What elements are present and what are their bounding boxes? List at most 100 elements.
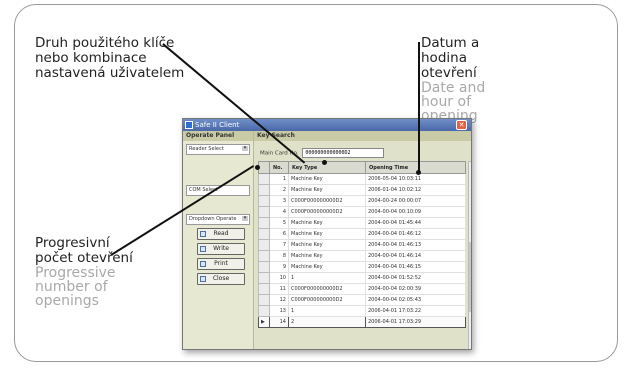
row-number-cell: 10 <box>269 272 289 284</box>
key-type-cell: C000F000000000D2 <box>288 195 366 207</box>
col-header-no[interactable]: No. <box>269 161 289 174</box>
table-row[interactable]: 1 Machine Key 2006-05-04 10:03:11 <box>258 173 466 185</box>
row-indicator <box>258 261 270 273</box>
key-type-cell: Machine Key <box>288 217 366 229</box>
main-card-input[interactable] <box>302 148 385 158</box>
row-number-cell: 12 <box>269 294 289 306</box>
chevron-down-icon: ▾ <box>242 145 248 151</box>
scrollbar-thumb[interactable] <box>469 242 471 312</box>
operate-panel: Operate Panel Reader Select ▾ COM Select … <box>183 131 254 349</box>
table-row[interactable]: 4 C000F000000000D2 2004-00-04 00:10:09 <box>258 206 466 218</box>
opening-time-cell: 2004-00-04 02:05:43 <box>365 294 466 306</box>
table-row[interactable]: 5 Machine Key 2004-00-04 01:45:44 <box>258 217 466 229</box>
close-icon[interactable]: ✕ <box>456 120 467 130</box>
title-bar: Safe II Client ✕ <box>183 119 471 131</box>
table-row[interactable]: 9 Machine Key 2004-00-04 01:46:15 <box>258 261 466 273</box>
write-button[interactable]: Write <box>197 243 245 255</box>
row-number-cell: 9 <box>269 261 289 273</box>
row-number-cell: 8 <box>269 250 289 262</box>
app-icon <box>185 121 193 129</box>
write-button-label: Write <box>213 245 229 252</box>
row-number-cell: 4 <box>269 206 289 218</box>
row-indicator <box>258 217 270 229</box>
door-icon <box>200 276 206 282</box>
date-leader-dot <box>416 170 421 175</box>
close-button[interactable]: Close <box>197 273 245 285</box>
opening-time-cell: 2004-00-04 01:45:44 <box>365 217 466 229</box>
table-row[interactable]: 8 Machine Key 2004-00-04 01:46:14 <box>258 250 466 262</box>
write-icon <box>200 246 206 252</box>
opening-time-cell: 2004-00-04 02:00:39 <box>365 283 466 295</box>
read-button[interactable]: Read <box>197 228 245 240</box>
table-row[interactable]: 11 C000F000000000D2 2004-00-04 02:00:39 <box>258 283 466 295</box>
opening-time-cell: 2004-00-04 01:46:14 <box>365 250 466 262</box>
row-number-cell: 7 <box>269 239 289 251</box>
app-window: Safe II Client ✕ Operate Panel Reader Se… <box>182 118 472 350</box>
opening-time-cell: 2006-04-01 17:03:22 <box>365 305 466 317</box>
row-indicator <box>258 283 270 295</box>
opening-time-cell: 2004-00-04 00:10:09 <box>365 206 466 218</box>
key-type-cell: Machine Key <box>288 173 366 185</box>
key-type-cell: 1 <box>288 305 366 317</box>
key-search-panel: Key Search Main Card No. No. Key Type Op… <box>254 131 471 349</box>
row-number-cell: 2 <box>269 184 289 196</box>
chevron-down-icon: ▾ <box>242 215 248 221</box>
read-button-label: Read <box>213 230 229 237</box>
date-callout-cz: Datum a hodina otevření <box>421 35 480 81</box>
row-indicator <box>258 206 270 218</box>
progressive-leader-dot <box>255 165 260 170</box>
key-type-callout-cz: Druh použitého klíče nebo kombinace nast… <box>35 35 185 81</box>
key-search-header: Key Search <box>254 131 471 141</box>
dropdown-operate[interactable]: Dropdown Operate ▾ <box>186 214 250 225</box>
row-number-cell: 14 <box>269 316 289 328</box>
table-row[interactable]: 12 C000F000000000D2 2004-00-04 02:05:43 <box>258 294 466 306</box>
row-indicator <box>258 195 270 207</box>
row-indicator: ▶ <box>258 316 270 328</box>
dropdown-operate-label: Dropdown Operate <box>189 216 237 222</box>
table-row[interactable]: 10 1 2004-00-04 01:52:52 <box>258 272 466 284</box>
key-type-cell: C000F000000000D2 <box>288 294 366 306</box>
key-type-cell: Machine Key <box>288 184 366 196</box>
col-header-key-type[interactable]: Key Type <box>288 161 366 174</box>
key-type-leader-dot <box>322 160 327 165</box>
reader-select[interactable]: Reader Select ▾ <box>186 144 250 155</box>
table-row[interactable]: ▶ 14 2 2006-04-01 17:03:29 <box>258 316 466 328</box>
row-number-cell: 1 <box>269 173 289 185</box>
table-row[interactable]: 13 1 2006-04-01 17:03:22 <box>258 305 466 317</box>
row-number-cell: 6 <box>269 228 289 240</box>
row-number-cell: 3 <box>269 195 289 207</box>
table-row[interactable]: 2 Machine Key 2006-01-04 10:02:12 <box>258 184 466 196</box>
date-leader-line <box>418 42 420 173</box>
row-indicator <box>258 305 270 317</box>
main-card-row: Main Card No. <box>260 148 385 158</box>
progressive-callout: Progresivní počet otevření Progressive n… <box>35 235 145 309</box>
key-type-cell: 2 <box>288 316 366 328</box>
opening-time-cell: 2004-00-04 01:46:13 <box>365 239 466 251</box>
opening-time-cell: 2004-00-04 01:52:52 <box>365 272 466 284</box>
row-indicator <box>258 184 270 196</box>
read-icon <box>200 231 206 237</box>
table-scrollbar[interactable] <box>468 161 471 349</box>
row-indicator <box>258 250 270 262</box>
operate-panel-header: Operate Panel <box>183 131 253 141</box>
progressive-callout-cz: Progresivní počet otevření <box>35 235 133 266</box>
table-row[interactable]: 6 Machine Key 2004-00-04 01:46:12 <box>258 228 466 240</box>
opening-log-table: No. Key Type Opening Time 1 Machine Key 20… <box>258 161 466 328</box>
window-title: Safe II Client <box>195 121 240 129</box>
key-type-cell: C000F000000000D2 <box>288 206 366 218</box>
key-type-cell: 1 <box>288 272 366 284</box>
print-button[interactable]: Print <box>197 258 245 270</box>
opening-time-cell: 2004-00-24 00:00:07 <box>365 195 466 207</box>
table-header-row: No. Key Type Opening Time <box>258 161 466 174</box>
opening-time-cell: 2004-00-04 01:46:12 <box>365 228 466 240</box>
print-icon <box>200 261 206 267</box>
table-row[interactable]: 3 C000F000000000D2 2004-00-24 00:00:07 <box>258 195 466 207</box>
row-indicator <box>258 272 270 284</box>
date-callout: Datum a hodina otevření Date and hour of… <box>421 35 531 124</box>
close-button-label: Close <box>212 275 230 282</box>
row-number-cell: 11 <box>269 283 289 295</box>
print-button-label: Print <box>214 260 228 267</box>
reader-select-label: Reader Select <box>189 146 224 152</box>
table-row[interactable]: 7 Machine Key 2004-00-04 01:46:13 <box>258 239 466 251</box>
key-type-cell: Machine Key <box>288 261 366 273</box>
